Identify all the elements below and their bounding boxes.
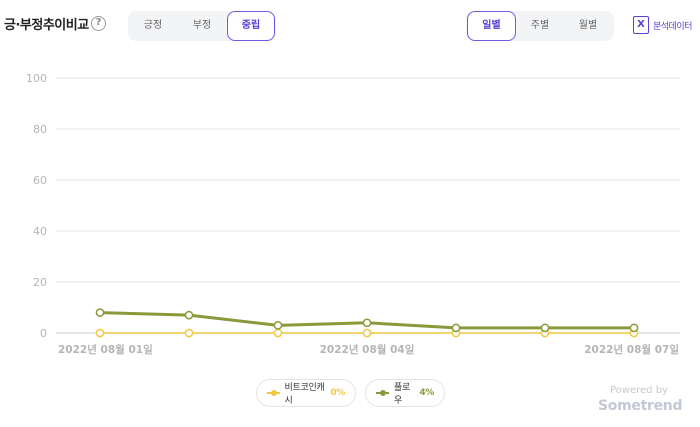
brand-logo: Sometrend: [598, 398, 683, 414]
line-chart: 0 20 40 60 80 100 2022년 08월 01일 2022년 08월 04일 2…: [26, 72, 680, 356]
legend-marker-icon: [376, 389, 390, 397]
x-tick-label: 2022년 08월 07일: [584, 343, 679, 356]
legend-marker-icon: [267, 389, 280, 397]
powered-by-label: Powered by: [610, 385, 668, 396]
x-tick-label: 2022년 08월 04일: [320, 343, 415, 356]
y-tick-label: 20: [33, 276, 47, 289]
legend-dot: [380, 390, 386, 396]
data-point: [362, 318, 372, 328]
x-tick-label: 2022년 08월 01일: [58, 343, 153, 356]
legend-item-flow[interactable]: 플로우 4%: [365, 379, 445, 407]
y-tick-label: 0: [40, 327, 47, 340]
data-point: [629, 323, 639, 333]
data-point: [540, 323, 550, 333]
legend-dot: [271, 390, 277, 396]
legend-label: 플로우: [394, 383, 410, 406]
data-point: [451, 323, 461, 333]
data-point: [95, 328, 105, 338]
legend-percent: 4%: [419, 388, 434, 398]
data-point: [362, 328, 372, 338]
data-point: [184, 310, 194, 320]
legend-percent: 0%: [330, 388, 345, 398]
data-point: [95, 308, 105, 317]
y-tick-label: 60: [33, 174, 47, 187]
data-point: [273, 328, 283, 338]
legend-label: 비트코인캐시: [284, 383, 325, 406]
y-tick-label: 100: [26, 72, 47, 85]
y-tick-label: 80: [33, 123, 47, 136]
data-point: [184, 328, 194, 338]
data-point: [273, 321, 283, 330]
legend-item-bitcoin-cash[interactable]: 비트코인캐시 0%: [256, 379, 356, 407]
y-tick-label: 40: [33, 225, 47, 238]
